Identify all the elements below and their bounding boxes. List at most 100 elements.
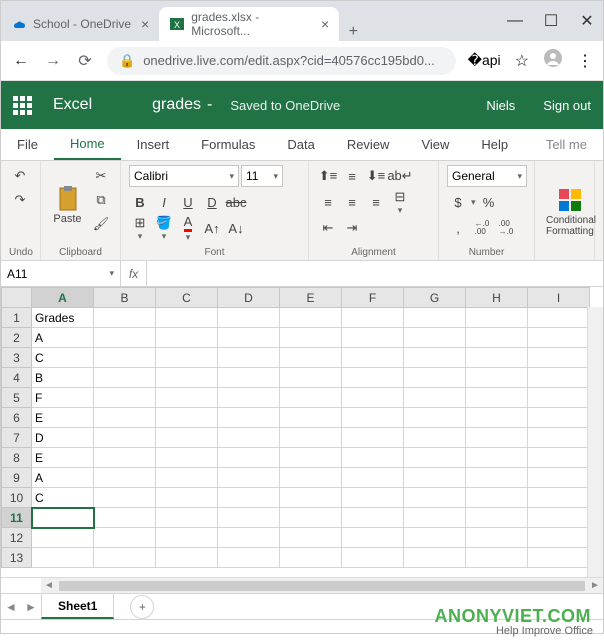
- cell-D2[interactable]: [218, 328, 280, 348]
- close-icon[interactable]: ×: [141, 16, 149, 32]
- cell-A7[interactable]: D: [32, 428, 94, 448]
- cell-A2[interactable]: A: [32, 328, 94, 348]
- cell-F8[interactable]: [342, 448, 404, 468]
- cell-B13[interactable]: [94, 548, 156, 568]
- cell-G3[interactable]: [404, 348, 466, 368]
- user-name[interactable]: Niels: [486, 98, 515, 113]
- column-header-H[interactable]: H: [466, 288, 528, 308]
- column-header-C[interactable]: C: [156, 288, 218, 308]
- cell-I1[interactable]: [528, 308, 590, 328]
- cell-C13[interactable]: [156, 548, 218, 568]
- column-header-B[interactable]: B: [94, 288, 156, 308]
- currency-button[interactable]: $: [447, 191, 469, 213]
- translate-icon[interactable]: �api: [468, 52, 501, 69]
- italic-button[interactable]: I: [153, 191, 175, 213]
- cell-D6[interactable]: [218, 408, 280, 428]
- cell-G7[interactable]: [404, 428, 466, 448]
- cell-B12[interactable]: [94, 528, 156, 548]
- forward-button[interactable]: →: [43, 52, 63, 70]
- select-all-corner[interactable]: [2, 288, 32, 308]
- tab-insert[interactable]: Insert: [121, 129, 186, 160]
- increase-indent-button[interactable]: ⇥: [341, 217, 363, 239]
- row-header-10[interactable]: 10: [2, 488, 32, 508]
- increase-decimal-button[interactable]: ←.0.00: [471, 217, 493, 239]
- shrink-font-button[interactable]: A↓: [225, 217, 247, 239]
- cell-E9[interactable]: [280, 468, 342, 488]
- cell-D4[interactable]: [218, 368, 280, 388]
- cell-A1[interactable]: Grades: [32, 308, 94, 328]
- bold-button[interactable]: B: [129, 191, 151, 213]
- cell-G12[interactable]: [404, 528, 466, 548]
- back-button[interactable]: ←: [11, 52, 31, 70]
- cell-C12[interactable]: [156, 528, 218, 548]
- cell-E6[interactable]: [280, 408, 342, 428]
- cell-C3[interactable]: [156, 348, 218, 368]
- strikethrough-button[interactable]: abc: [225, 191, 247, 213]
- scroll-left-icon[interactable]: ◄: [41, 580, 57, 591]
- cell-C4[interactable]: [156, 368, 218, 388]
- cell-G1[interactable]: [404, 308, 466, 328]
- cell-G11[interactable]: [404, 508, 466, 528]
- cell-C2[interactable]: [156, 328, 218, 348]
- cell-A8[interactable]: E: [32, 448, 94, 468]
- cell-H12[interactable]: [466, 528, 528, 548]
- grow-font-button[interactable]: A↑: [201, 217, 223, 239]
- cell-E7[interactable]: [280, 428, 342, 448]
- cell-H10[interactable]: [466, 488, 528, 508]
- cell-E3[interactable]: [280, 348, 342, 368]
- font-color-button[interactable]: A▾: [177, 217, 199, 239]
- cell-E4[interactable]: [280, 368, 342, 388]
- cell-I3[interactable]: [528, 348, 590, 368]
- reload-button[interactable]: ⟳: [75, 51, 95, 71]
- cell-B4[interactable]: [94, 368, 156, 388]
- add-sheet-button[interactable]: +: [130, 595, 154, 619]
- cell-H7[interactable]: [466, 428, 528, 448]
- cell-I11[interactable]: [528, 508, 590, 528]
- align-right-button[interactable]: ≡: [365, 191, 387, 213]
- cell-I7[interactable]: [528, 428, 590, 448]
- cell-I5[interactable]: [528, 388, 590, 408]
- tell-me[interactable]: Tell me: [530, 129, 603, 160]
- cell-I6[interactable]: [528, 408, 590, 428]
- cell-A5[interactable]: F: [32, 388, 94, 408]
- cell-D10[interactable]: [218, 488, 280, 508]
- document-name[interactable]: grades: [152, 96, 201, 114]
- copy-button[interactable]: ⧉: [90, 189, 112, 211]
- tab-data[interactable]: Data: [271, 129, 330, 160]
- cell-G2[interactable]: [404, 328, 466, 348]
- decrease-decimal-button[interactable]: .00→.0: [495, 217, 517, 239]
- cell-F3[interactable]: [342, 348, 404, 368]
- cell-D1[interactable]: [218, 308, 280, 328]
- scroll-right-icon[interactable]: ►: [587, 580, 603, 591]
- close-icon[interactable]: ×: [321, 16, 329, 32]
- cut-button[interactable]: ✂: [90, 165, 112, 187]
- cell-F12[interactable]: [342, 528, 404, 548]
- cell-B8[interactable]: [94, 448, 156, 468]
- cell-F7[interactable]: [342, 428, 404, 448]
- row-header-5[interactable]: 5: [2, 388, 32, 408]
- cell-G13[interactable]: [404, 548, 466, 568]
- fill-color-button[interactable]: 🪣▾: [153, 217, 175, 239]
- menu-icon[interactable]: ⋮: [577, 51, 593, 71]
- cell-H4[interactable]: [466, 368, 528, 388]
- cell-H6[interactable]: [466, 408, 528, 428]
- cell-H11[interactable]: [466, 508, 528, 528]
- cell-C7[interactable]: [156, 428, 218, 448]
- browser-tab-excel[interactable]: X grades.xlsx - Microsoft... ×: [159, 7, 339, 41]
- cell-A4[interactable]: B: [32, 368, 94, 388]
- align-center-button[interactable]: ≡: [341, 191, 363, 213]
- tab-file[interactable]: File: [1, 129, 54, 160]
- cell-F4[interactable]: [342, 368, 404, 388]
- cell-H5[interactable]: [466, 388, 528, 408]
- new-tab-button[interactable]: +: [339, 23, 367, 41]
- row-header-2[interactable]: 2: [2, 328, 32, 348]
- cell-B5[interactable]: [94, 388, 156, 408]
- close-window-button[interactable]: ✕: [579, 11, 595, 31]
- cell-H1[interactable]: [466, 308, 528, 328]
- tab-help[interactable]: Help: [465, 129, 524, 160]
- cell-G9[interactable]: [404, 468, 466, 488]
- cell-F1[interactable]: [342, 308, 404, 328]
- cell-B1[interactable]: [94, 308, 156, 328]
- sheet-nav-next[interactable]: ►: [21, 600, 41, 614]
- cell-A10[interactable]: C: [32, 488, 94, 508]
